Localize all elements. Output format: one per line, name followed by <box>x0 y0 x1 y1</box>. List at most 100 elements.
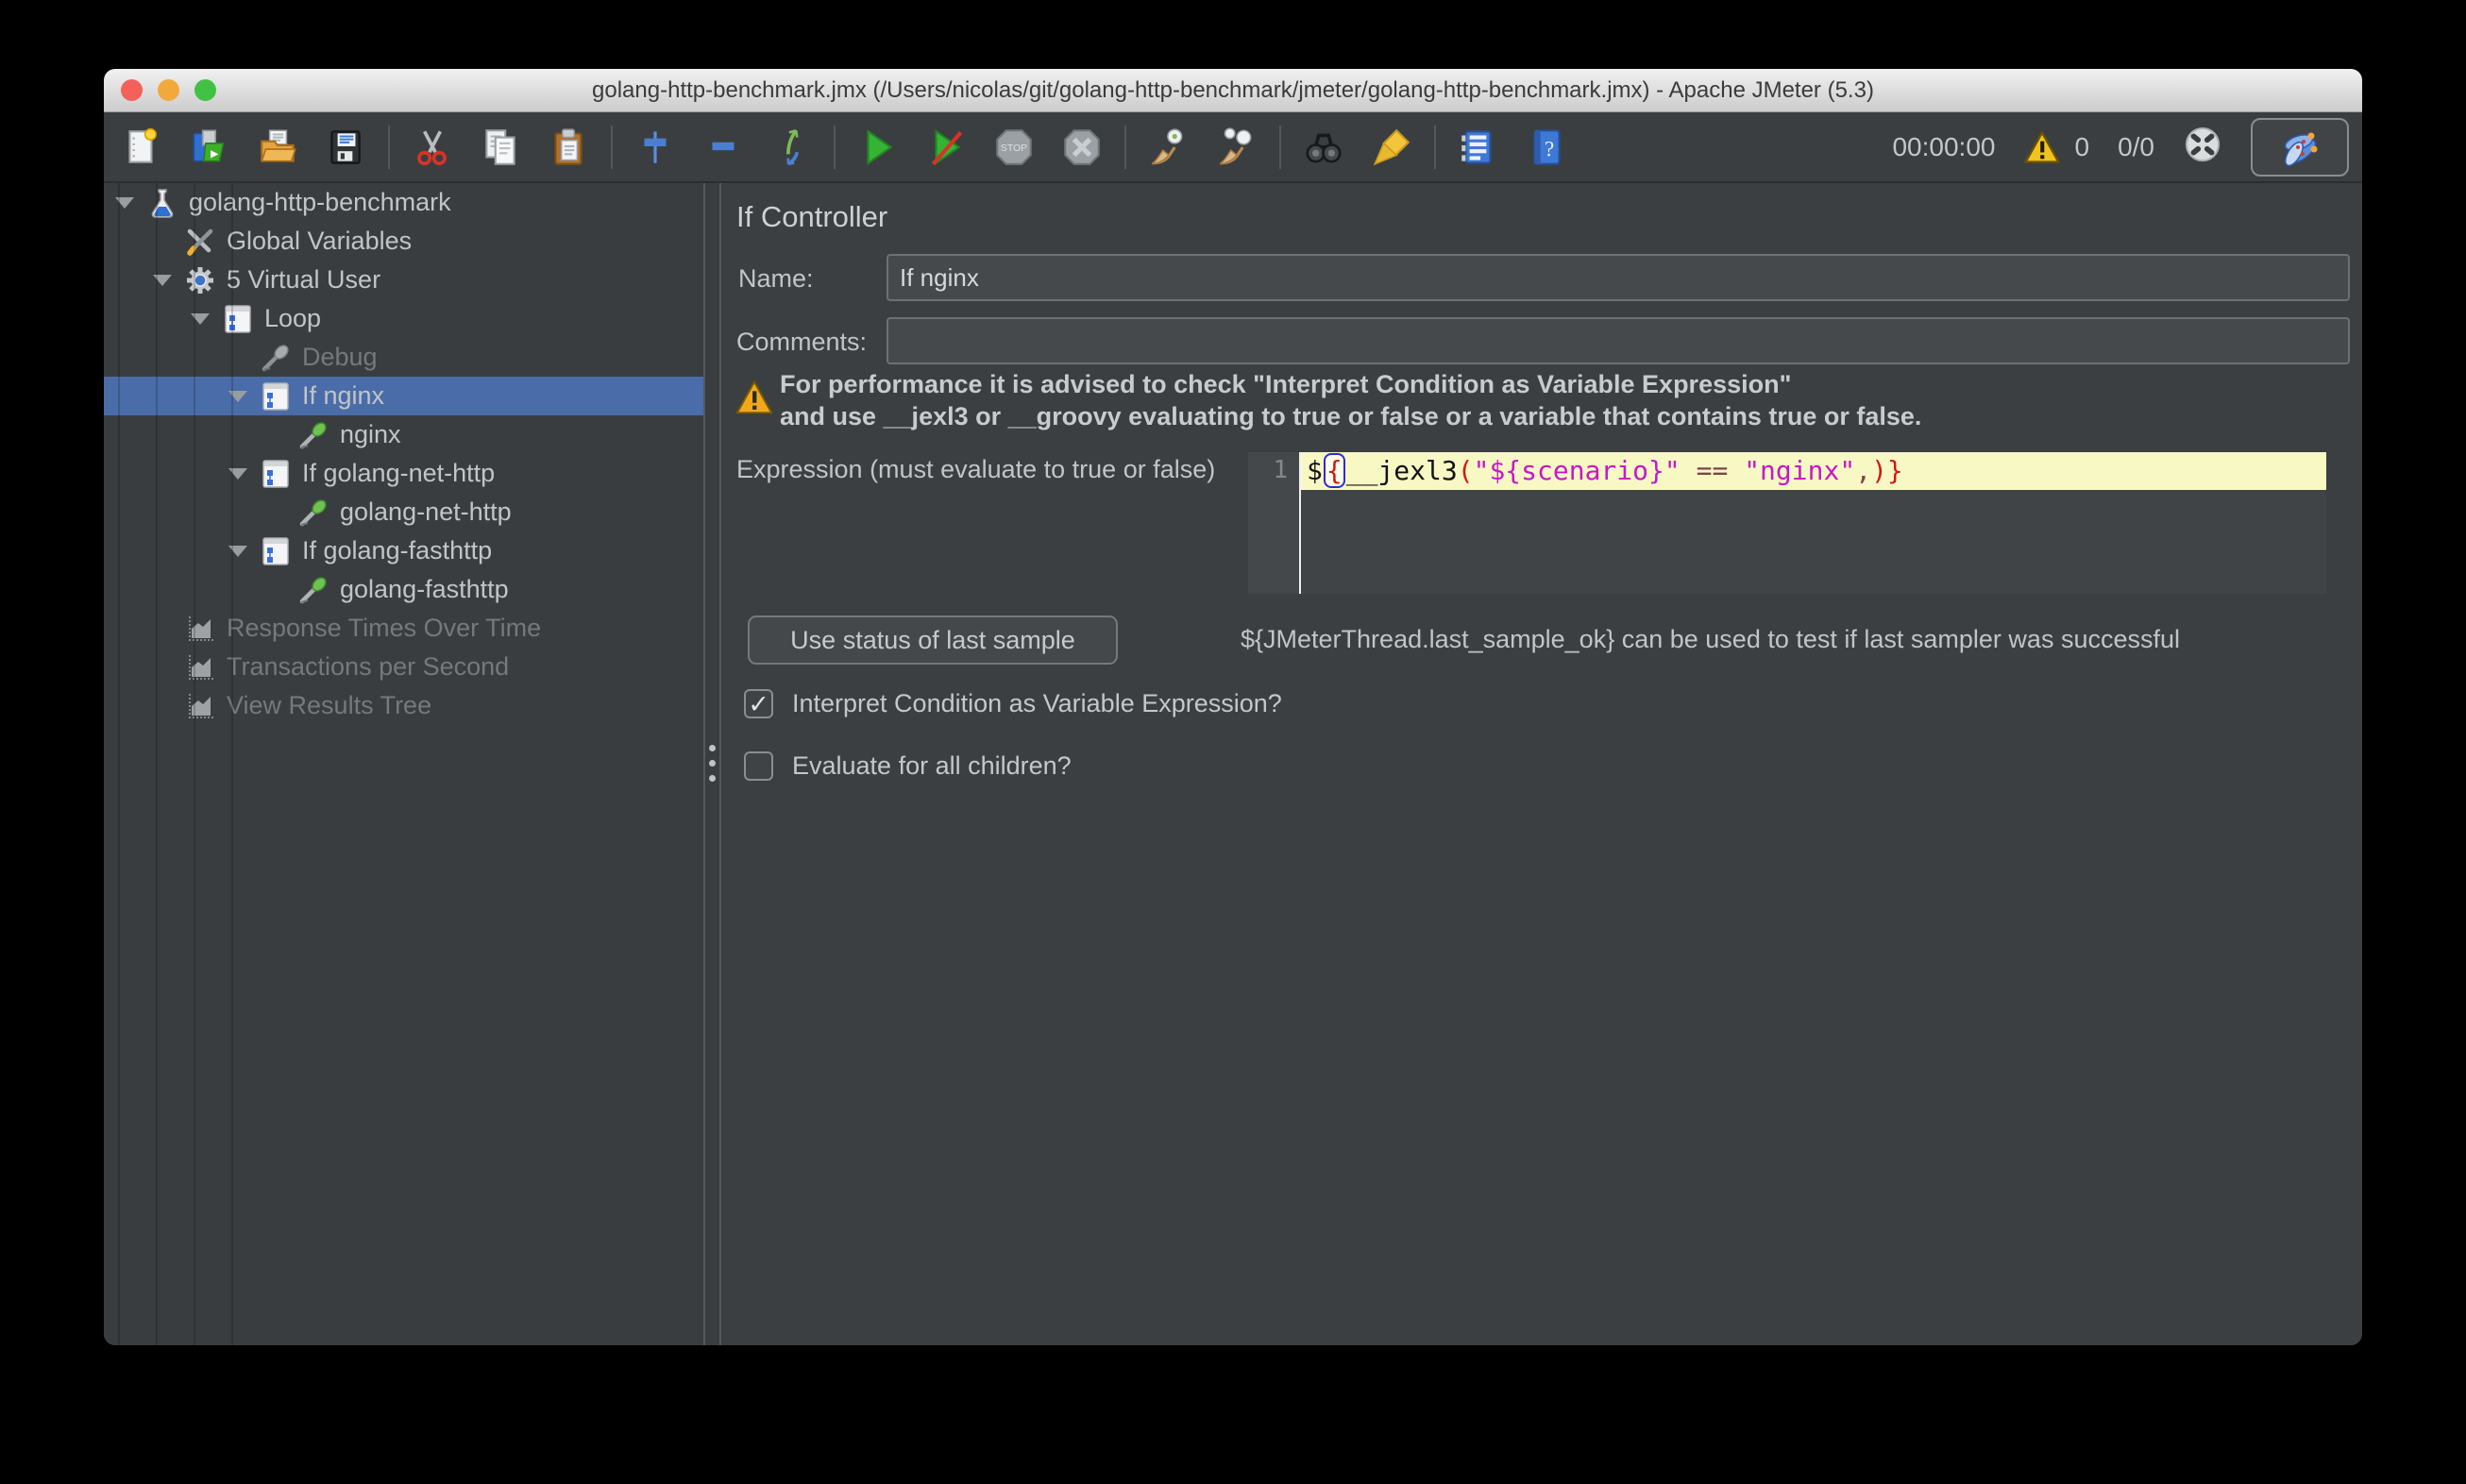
tree-item-golang-net-http[interactable]: golang-net-http <box>104 493 703 531</box>
window-title: golang-http-benchmark.jmx (/Users/nicola… <box>104 69 2362 111</box>
expression-token: "nginx" <box>1744 455 1855 486</box>
performance-warning-icon <box>735 378 774 417</box>
tree-item-nginx[interactable]: nginx <box>104 415 703 454</box>
interpret-condition-label: Interpret Condition as Variable Expressi… <box>792 689 1282 718</box>
tree-item-label: golang-net-http <box>340 493 512 531</box>
tree-item-golang-fasthttp[interactable]: golang-fasthttp <box>104 570 703 609</box>
tree-item-if-nginx[interactable]: If nginx <box>104 377 703 415</box>
svg-text:STOP: STOP <box>1001 143 1027 154</box>
search-reset-icon[interactable] <box>1370 126 1413 169</box>
editor-line-number: 1 <box>1248 452 1301 594</box>
tree-item-loop[interactable]: Loop <box>104 299 703 338</box>
page-title: If Controller <box>736 200 887 234</box>
controller-icon <box>260 380 292 413</box>
jmeter-feather-icon <box>2275 125 2324 170</box>
tree-item-label: golang-http-benchmark <box>189 183 451 222</box>
editor-code-area[interactable]: ${__jexl3("${scenario}" == "nginx",)} <box>1301 452 2326 594</box>
tree-item-label: Debug <box>302 338 378 377</box>
save-icon[interactable] <box>324 126 367 169</box>
new-file-icon[interactable] <box>120 126 163 169</box>
sampler-disabled-icon <box>260 342 292 374</box>
chart-icon <box>184 613 216 645</box>
help-icon[interactable]: ? <box>1525 126 1568 169</box>
tree-item-label: If nginx <box>302 377 384 415</box>
shutdown-icon[interactable] <box>1060 126 1104 169</box>
interpret-condition-checkbox[interactable]: ✓ <box>744 689 773 718</box>
tree-item-label: Transactions per Second <box>227 648 509 686</box>
close-window-button[interactable] <box>121 79 143 101</box>
expression-token <box>1681 455 1697 486</box>
clear-all-icon[interactable] <box>1215 126 1258 169</box>
performance-warning-text: For performance it is advised to check "… <box>780 368 1921 432</box>
toggle-icon[interactable] <box>769 126 813 169</box>
toolbar-separator <box>1279 126 1281 169</box>
interpret-condition-row: ✓ Interpret Condition as Variable Expres… <box>744 689 1282 718</box>
expand-all-icon[interactable] <box>633 126 677 169</box>
test-plan-icon <box>146 187 178 219</box>
expression-token: "${scenario}" <box>1474 455 1681 486</box>
expression-token: { <box>1324 453 1345 488</box>
controller-icon <box>260 535 292 567</box>
chevron-down-icon[interactable] <box>115 197 134 209</box>
search-icon[interactable] <box>1302 126 1345 169</box>
title-bar: golang-http-benchmark.jmx (/Users/nicola… <box>104 69 2362 112</box>
evaluate-children-row: Evaluate for all children? <box>744 751 1072 781</box>
name-input[interactable] <box>887 254 2350 301</box>
toolbar-status-area: 00:00:00 0 0/0 <box>1892 112 2349 181</box>
chevron-down-icon[interactable] <box>153 275 172 286</box>
tree-item-label: golang-fasthttp <box>340 570 509 609</box>
elapsed-timer: 00:00:00 <box>1892 132 1995 162</box>
tree-item-global-variables[interactable]: Global Variables <box>104 222 703 261</box>
function-helper-icon[interactable] <box>1457 126 1500 169</box>
chart-icon <box>184 690 216 722</box>
tree-item-golang-http-benchmark[interactable]: golang-http-benchmark <box>104 183 703 222</box>
copy-icon[interactable] <box>479 126 522 169</box>
toolbar-separator <box>611 126 613 169</box>
tree-item-transactions-per-second[interactable]: Transactions per Second <box>104 648 703 686</box>
expression-token: == <box>1697 455 1729 486</box>
chevron-down-icon[interactable] <box>228 391 247 402</box>
panel-splitter[interactable] <box>703 183 721 1345</box>
content-area: golang-http-benchmarkGlobal Variables5 V… <box>104 183 2362 1345</box>
chevron-down-icon[interactable] <box>228 546 247 557</box>
expression-code-line[interactable]: ${__jexl3("${scenario}" == "nginx",)} <box>1301 452 2326 490</box>
jmeter-window: golang-http-benchmark.jmx (/Users/nicola… <box>104 69 2362 1345</box>
expression-token: $ <box>1307 455 1323 486</box>
collapse-all-icon[interactable] <box>701 126 745 169</box>
use-last-sample-button[interactable]: Use status of last sample <box>748 616 1118 665</box>
controller-icon <box>222 303 254 335</box>
zoom-window-button[interactable] <box>194 79 216 101</box>
log-errors-indicator[interactable]: 0 <box>2023 128 2089 166</box>
tree-item-label: If golang-net-http <box>302 454 495 493</box>
controller-icon <box>260 458 292 490</box>
open-file-icon[interactable] <box>256 126 299 169</box>
tree-item-response-times-over-time[interactable]: Response Times Over Time <box>104 609 703 648</box>
minimize-window-button[interactable] <box>158 79 179 101</box>
chevron-down-icon[interactable] <box>228 468 247 480</box>
start-icon[interactable] <box>856 126 900 169</box>
tree-item-5-virtual-user[interactable]: 5 Virtual User <box>104 261 703 299</box>
evaluate-children-checkbox[interactable] <box>744 751 773 781</box>
tree-item-if-golang-net-http[interactable]: If golang-net-http <box>104 454 703 493</box>
templates-icon[interactable] <box>188 126 231 169</box>
cut-icon[interactable] <box>411 126 454 169</box>
splitter-grip-icon[interactable] <box>709 745 716 782</box>
clear-one-icon[interactable] <box>1147 126 1191 169</box>
expression-token <box>1728 455 1744 486</box>
evaluate-children-label: Evaluate for all children? <box>792 751 1072 781</box>
tree-item-label: If golang-fasthttp <box>302 531 492 570</box>
chevron-down-icon[interactable] <box>191 313 210 325</box>
comments-input[interactable] <box>887 317 2350 364</box>
warning-triangle-icon <box>2023 128 2061 166</box>
test-plan-tree: golang-http-benchmarkGlobal Variables5 V… <box>104 183 703 1345</box>
tree-item-view-results-tree[interactable]: View Results Tree <box>104 686 703 725</box>
paste-icon[interactable] <box>547 126 590 169</box>
tree-item-debug[interactable]: Debug <box>104 338 703 377</box>
toolbar-separator <box>1434 126 1436 169</box>
tree-item-label: Global Variables <box>227 222 412 261</box>
stop-icon[interactable]: STOP <box>992 126 1036 169</box>
start-no-pauses-icon[interactable] <box>924 126 968 169</box>
jmeter-logo-button[interactable] <box>2251 118 2349 177</box>
tree-item-if-golang-fasthttp[interactable]: If golang-fasthttp <box>104 531 703 570</box>
expression-editor[interactable]: 1 ${__jexl3("${scenario}" == "nginx",)} <box>1248 452 2326 594</box>
